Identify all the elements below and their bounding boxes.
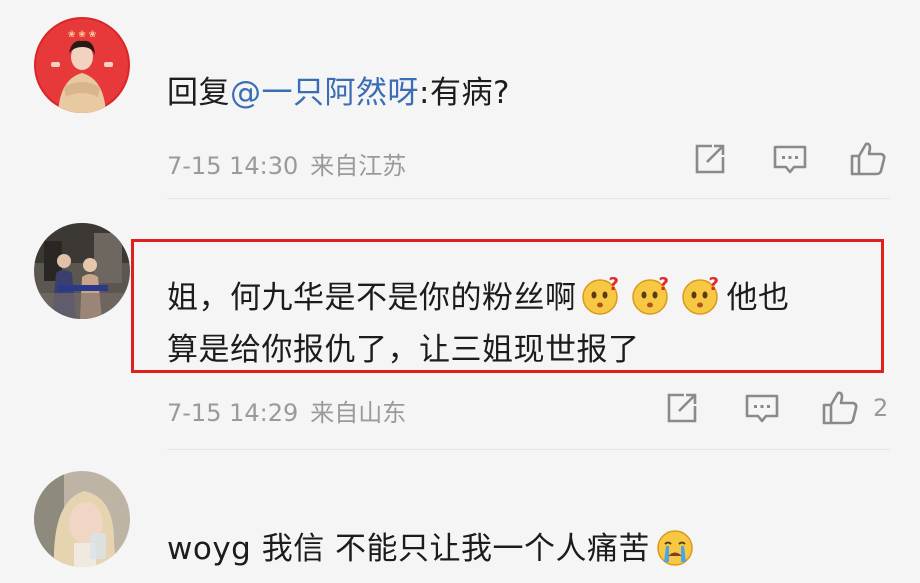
comment-meta: 7-15 14:30 来自江苏 <box>167 146 406 181</box>
like-button[interactable] <box>820 388 860 428</box>
avatar[interactable] <box>34 223 130 319</box>
comment-body: :有病? <box>419 75 510 111</box>
like-count: 2 <box>873 394 889 422</box>
comment-body: woyg 我信 不能只让我一个人痛苦 <box>167 531 651 567</box>
comment-icon <box>745 394 779 423</box>
crying-emoji <box>653 524 697 568</box>
reply-prefix: 回复 <box>167 75 230 111</box>
share-icon <box>667 393 697 423</box>
action-bar <box>688 139 898 179</box>
avatar[interactable]: ❀ ❀ ❀ <box>34 17 130 113</box>
avatar[interactable] <box>34 471 130 567</box>
share-icon <box>695 144 725 174</box>
share-button[interactable] <box>690 139 730 179</box>
action-bar: 2 <box>660 388 900 428</box>
comment-3: woyg 我信 不能只让我一个人痛苦 <box>0 450 920 583</box>
divider <box>167 198 890 199</box>
comment-1: ❀ ❀ ❀ 回复@一只阿然呀:有病? 7-15 14:30 来自江苏 <box>0 0 920 200</box>
thumbs-up-icon <box>822 391 858 425</box>
like-button[interactable] <box>848 139 888 179</box>
timestamp: 7-15 14:29 <box>167 399 299 427</box>
reply-button[interactable] <box>742 388 782 428</box>
comment-icon <box>773 145 807 174</box>
thumbs-up-icon <box>850 142 886 176</box>
reply-button[interactable] <box>770 139 810 179</box>
mention-link[interactable]: @一只阿然呀 <box>230 75 419 111</box>
comment-text: woyg 我信 不能只让我一个人痛苦 <box>167 523 700 575</box>
comment-meta: 7-15 14:29 来自山东 <box>167 393 406 428</box>
red-highlight-box <box>131 239 884 373</box>
timestamp: 7-15 14:30 <box>167 152 299 180</box>
comment-text: 回复@一只阿然呀:有病? <box>167 67 510 119</box>
svg-text:❀ ❀ ❀: ❀ ❀ ❀ <box>68 30 96 40</box>
location: 来自江苏 <box>310 152 407 180</box>
share-button[interactable] <box>662 388 702 428</box>
location: 来自山东 <box>310 399 407 427</box>
